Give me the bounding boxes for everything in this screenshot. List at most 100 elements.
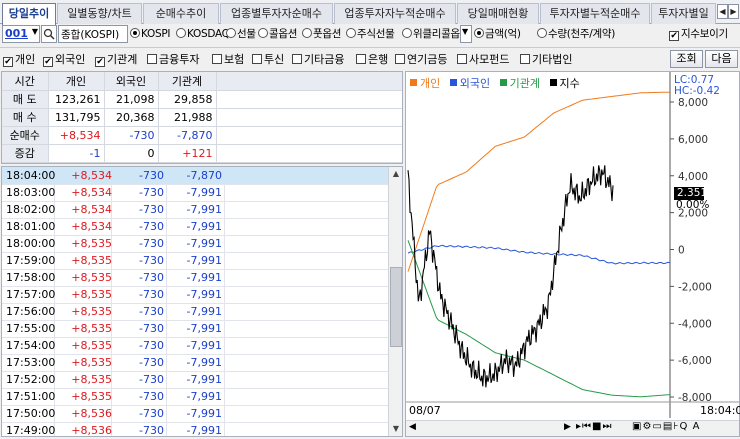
radio-put-option[interactable]: 풋옵션 <box>302 27 341 42</box>
table-row[interactable]: 17:59:00 +8,535 -730 -7,991 <box>2 252 388 270</box>
table-row[interactable]: 17:56:00 +8,535 -730 -7,991 <box>2 303 388 321</box>
index-series-line <box>407 165 614 388</box>
tab-daily-trade-status[interactable]: 당일매매현황 <box>457 3 539 24</box>
summary-cell: +8,534 <box>48 126 105 145</box>
table-row[interactable]: 17:52:00 +8,535 -730 -7,991 <box>2 371 388 389</box>
option-dropdown[interactable]: ▼ <box>460 25 472 43</box>
row-cell: -730 <box>139 169 164 182</box>
check-pension[interactable]: 연기금등 <box>395 53 447 67</box>
check-private-fund[interactable]: 사모펀드 <box>457 53 509 67</box>
tab-daily-trend[interactable]: 당일추이 <box>2 3 56 25</box>
radio-amount[interactable]: 금액(억) <box>474 27 521 42</box>
row-cell: -7,991 <box>186 322 222 335</box>
search-button[interactable] <box>41 25 57 43</box>
radio-weekly-call[interactable]: 위클리콜옵. <box>402 27 463 42</box>
query-button[interactable]: 조회 <box>670 50 703 68</box>
row-cell: -7,991 <box>186 356 222 369</box>
dropdown-arrow-icon[interactable]: ▼ <box>32 27 38 36</box>
table-row[interactable]: 18:02:00 +8,534 -730 -7,991 <box>2 201 388 219</box>
radio-quantity[interactable]: 수량(천주/계약) <box>537 27 615 42</box>
scroll-left-icon[interactable]: ◀ <box>409 422 416 432</box>
investor-trend-chart[interactable]: 개인 외국인 기관계 지수 LC:0.77 HC:-0.42 8,000 6,00… <box>405 71 740 437</box>
tab-investor-cumulative[interactable]: 투자자별누적순매수 <box>540 3 650 24</box>
row-cell: 18:02:00 <box>6 203 56 216</box>
scroll-up-icon[interactable]: ▲ <box>389 167 402 181</box>
next-button[interactable]: 다음 <box>705 50 738 68</box>
radio-icon <box>346 28 356 38</box>
playback-controls[interactable]: ▸⏮■⏭ <box>576 421 612 432</box>
investor-filter-row: ✔ 개인 ✔ 외국인 ✔ 기관계 금융투자 보험 투신 기타금융 은행 연기금등 사모… <box>0 47 740 69</box>
check-foreign[interactable]: ✔ 외국인 <box>43 53 85 67</box>
table-row[interactable]: 18:01:00 +8,534 -730 -7,991 <box>2 218 388 236</box>
code-input[interactable]: 001 ▼ <box>2 25 40 43</box>
table-row[interactable]: 18:00:00 +8,535 -730 -7,991 <box>2 235 388 253</box>
vertical-scrollbar[interactable]: ▲ ▼ <box>388 167 402 436</box>
y-tick-label: -4,000 <box>678 318 712 330</box>
dropdown-arrow-icon: ▼ <box>462 27 469 36</box>
tab-sector-cumulative[interactable]: 업종투자자누적순매수 <box>334 3 456 24</box>
show-index-checkbox[interactable]: ✔ 지수보이기 <box>669 27 728 42</box>
table-row[interactable]: 17:57:00 +8,535 -730 -7,991 <box>2 286 388 304</box>
check-other-finance[interactable]: 기타금융 <box>292 53 344 67</box>
index-value: 2.351 <box>677 187 708 199</box>
radio-futures[interactable]: 선물 <box>226 27 256 42</box>
radio-call-option[interactable]: 콜옵션 <box>258 27 297 42</box>
row-cell: +8,535 <box>71 271 112 284</box>
table-row[interactable]: 17:55:00 +8,535 -730 -7,991 <box>2 320 388 338</box>
market-name-field[interactable]: 종합(KOSPI) <box>58 25 128 43</box>
row-cell: -730 <box>139 407 164 420</box>
table-row[interactable]: 17:51:00 +8,535 -730 -7,991 <box>2 388 388 406</box>
row-cell: 17:54:00 <box>6 339 56 352</box>
radio-kospi[interactable]: KOSPI <box>130 27 170 42</box>
check-other-corp[interactable]: 기타법인 <box>520 53 572 67</box>
table-row[interactable]: 17:53:00 +8,535 -730 -7,991 <box>2 354 388 372</box>
table-row[interactable]: 18:03:00 +8,534 -730 -7,991 <box>2 184 388 202</box>
tab-prev-arrow-icon[interactable]: ◀ <box>717 4 728 19</box>
table-row[interactable]: 17:54:00 +8,535 -730 -7,991 <box>2 337 388 355</box>
tab-sector-net-buy[interactable]: 업종별투자자순매수 <box>220 3 333 24</box>
radio-stock-futures[interactable]: 주식선물 <box>346 27 395 42</box>
check-insurance[interactable]: 보험 <box>212 53 244 67</box>
check-institution[interactable]: ✔ 기관계 <box>95 53 137 67</box>
summary-cell: 123,261 <box>48 90 105 109</box>
tab-investor-daily[interactable]: 투자자별일 <box>651 3 716 24</box>
table-row[interactable]: 17:49:00 +8,536 -730 -7,991 <box>2 422 388 437</box>
individual-series-line <box>407 91 670 272</box>
row-cell: -7,991 <box>186 186 222 199</box>
chart-horizontal-scrollbar[interactable]: ◀ ▶ ▸⏮■⏭ ▣⚙▭▤⊦Q A <box>406 420 739 436</box>
row-cell: 17:50:00 <box>6 407 56 420</box>
radio-icon <box>258 28 268 38</box>
row-cell: -7,991 <box>186 254 222 267</box>
row-cell: +8,535 <box>71 305 112 318</box>
check-trust[interactable]: 투신 <box>252 53 284 67</box>
index-percent: 0.00% <box>676 199 710 211</box>
row-cell: -7,991 <box>186 424 222 437</box>
tab-net-buy-trend[interactable]: 순매수추이 <box>143 3 219 24</box>
tab-daily-chart[interactable]: 일별동향/차트 <box>57 3 142 24</box>
row-cell: +8,534 <box>71 169 112 182</box>
table-row[interactable]: 17:58:00 +8,535 -730 -7,991 <box>2 269 388 287</box>
row-cell: +8,534 <box>71 203 112 216</box>
time-series-list[interactable]: 18:04:00 +8,534 -730 -7,870 18:03:00 +8,534 -7… <box>1 166 403 437</box>
tab-next-arrow-icon[interactable]: ▶ <box>728 4 739 19</box>
y-tick-label: -8,000 <box>678 392 712 404</box>
summary-cell: 131,795 <box>48 108 105 127</box>
check-financial-invest[interactable]: 금융투자 <box>147 53 199 67</box>
scroll-right-icon[interactable]: ▶ <box>564 422 571 432</box>
summary-label: 매 수 <box>2 108 49 127</box>
scroll-thumb[interactable] <box>390 267 402 347</box>
check-bank[interactable]: 은행 <box>356 53 388 67</box>
chart-tool-icons[interactable]: ▣⚙▭▤⊦Q A <box>632 421 700 432</box>
header-foreign: 외국인 <box>104 72 159 91</box>
row-cell: -730 <box>139 220 164 233</box>
radio-icon <box>474 28 484 38</box>
radio-kosdaq[interactable]: KOSDAQ <box>176 27 230 42</box>
y-tick-label: -2,000 <box>678 281 712 293</box>
summary-cell: +121 <box>158 144 217 163</box>
table-row[interactable]: 18:04:00 +8,534 -730 -7,870 <box>2 167 388 185</box>
table-row[interactable]: 17:50:00 +8,536 -730 -7,991 <box>2 405 388 423</box>
row-cell: 17:55:00 <box>6 322 56 335</box>
check-individual[interactable]: ✔ 개인 <box>3 53 35 67</box>
scroll-down-icon[interactable]: ▼ <box>389 422 402 436</box>
market-name: 종합(KOSPI) <box>61 29 120 41</box>
